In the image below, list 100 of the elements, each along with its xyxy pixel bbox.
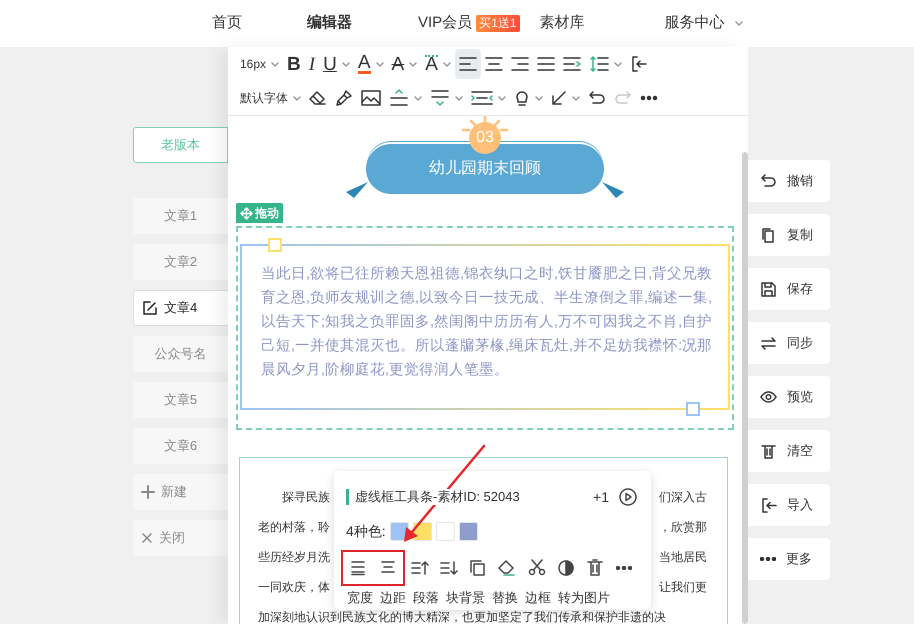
eraser-icon xyxy=(309,90,327,106)
trash-icon xyxy=(760,442,777,460)
article-tab[interactable]: 文章4 xyxy=(133,290,228,326)
align-left-button[interactable] xyxy=(454,49,481,79)
redo-icon xyxy=(614,90,632,106)
undo-icon xyxy=(588,90,606,106)
caret-icon xyxy=(409,62,418,66)
indent-icon xyxy=(562,56,581,72)
nav-link[interactable]: 服务中心 xyxy=(664,12,725,35)
count-text: +1 xyxy=(593,488,609,506)
caret-icon xyxy=(535,96,543,100)
nav-link[interactable]: 素材库 xyxy=(540,12,585,35)
article-text: ，欣赏那 xyxy=(659,518,707,536)
justify-icon xyxy=(536,56,555,72)
eraser-icon xyxy=(498,559,516,577)
bulb-icon xyxy=(514,89,530,107)
ribbon-tail-icon xyxy=(602,182,624,198)
more-icon xyxy=(760,557,776,561)
caret-icon xyxy=(572,96,580,100)
space-after-icon xyxy=(430,89,450,107)
letter-spacing-button[interactable]: A xyxy=(421,49,455,79)
tool-label: 段落 xyxy=(413,589,439,607)
tool-label: 替换 xyxy=(492,589,518,607)
more-icon xyxy=(640,95,658,101)
caret-icon xyxy=(342,62,350,66)
align-right-icon xyxy=(510,56,529,72)
corner-square xyxy=(686,402,700,416)
align-left-icon xyxy=(458,56,477,72)
action-button[interactable]: 清空 xyxy=(748,430,830,472)
plus-icon xyxy=(141,485,155,499)
more-icon xyxy=(616,566,632,570)
caret-icon xyxy=(271,62,280,66)
copy-icon xyxy=(760,226,777,244)
close-icon xyxy=(141,532,153,544)
sync-icon xyxy=(760,334,777,352)
align-center-icon xyxy=(484,56,503,72)
undo-icon xyxy=(760,172,777,190)
line-height-icon xyxy=(588,55,609,73)
tool-label: 转为图片 xyxy=(558,589,610,607)
font-size-select[interactable]: 16px xyxy=(236,49,284,79)
strikethrough-button[interactable]: A xyxy=(388,49,422,79)
edit-icon xyxy=(142,300,158,316)
tool-label: 边距 xyxy=(380,589,406,607)
width-icon xyxy=(349,559,367,577)
scrollbar[interactable] xyxy=(742,152,748,624)
nav-link[interactable]: 首页 xyxy=(212,12,242,35)
caret-icon xyxy=(414,96,422,100)
ribbon-tail-icon xyxy=(346,182,368,198)
article-text: 一同欢庆，体 xyxy=(258,578,330,596)
trash-icon xyxy=(586,559,604,577)
title-banner: 幼儿园期末回顾 xyxy=(366,144,604,194)
action-button[interactable]: 更多 xyxy=(748,538,830,580)
font-family-select[interactable]: 默认字体 xyxy=(236,83,305,113)
side-indent-icon xyxy=(471,90,493,106)
paragraph-up-icon xyxy=(410,559,429,577)
caret-icon xyxy=(614,62,622,66)
color-swatch[interactable] xyxy=(458,522,478,541)
underline-button[interactable]: U xyxy=(319,49,354,79)
nav-link[interactable]: 编辑器 xyxy=(307,12,352,35)
brush-icon xyxy=(335,89,353,107)
preview-icon xyxy=(760,388,777,406)
article-text: 当地居民 xyxy=(659,548,707,566)
action-button[interactable]: 预览 xyxy=(748,376,830,418)
image-icon xyxy=(361,90,381,106)
article-text: 些历经岁月洗 xyxy=(258,548,330,566)
caret-icon xyxy=(442,62,451,66)
caret-icon xyxy=(498,96,506,100)
colors-label: 4种色: xyxy=(346,522,386,541)
import-icon xyxy=(760,496,777,514)
caret-icon xyxy=(293,96,301,100)
action-button[interactable]: 复制 xyxy=(748,214,830,256)
promo-badge: 买1送1 xyxy=(476,15,520,32)
paragraph: 当此日,欲将已往所赖天恩祖德,锦衣纨口之时,饫甘餍肥之日,背父兄教育之恩,负师友规训之德,以致今日一技无成、半生潦倒之罪,编述一集,以告天下;知我之负罪固多,然闺阁中历历有人,万不可因我之不肖,自护己短,一并使其混灭也。所以蓬牖茅椽,绳床瓦灶,并不足妨我襟怀:况那晨风夕月,阶柳庭花,更觉得润人笔墨。 xyxy=(261,264,714,380)
article-text: 让我们更 xyxy=(659,578,707,596)
action-button[interactable]: 导入 xyxy=(748,484,830,526)
save-icon xyxy=(760,280,777,298)
exit-icon xyxy=(630,55,648,73)
tool-label: 宽度 xyxy=(347,589,373,607)
action-button[interactable]: 同步 xyxy=(748,322,830,364)
caret-icon xyxy=(376,62,384,66)
caret-icon xyxy=(455,96,463,100)
move-icon xyxy=(240,206,253,220)
article-text: 加深刻地认识到民族文化的博大精深，也更加坚定了我们传承和保护非遗的决 xyxy=(258,608,666,624)
action-button[interactable]: 撤销 xyxy=(748,160,830,202)
color-swatch[interactable] xyxy=(436,522,455,541)
action-button[interactable]: 保存 xyxy=(748,268,830,310)
tool-label: 边框 xyxy=(525,589,551,607)
scissors-icon xyxy=(528,559,546,577)
contrast-icon xyxy=(556,559,575,577)
corner-square xyxy=(268,238,282,252)
nav-link[interactable]: VIP会员 xyxy=(418,12,472,35)
font-color-button[interactable]: A xyxy=(354,49,388,79)
play-icon xyxy=(619,488,637,506)
italic-button[interactable]: I xyxy=(304,49,320,79)
tool-label: 块背景 xyxy=(446,589,485,607)
bold-button[interactable]: B xyxy=(283,49,305,79)
paragraph-down-icon xyxy=(440,559,458,577)
article-text: 老的村落，聆 xyxy=(258,518,330,536)
copy-icon xyxy=(469,559,488,577)
space-before-icon xyxy=(389,89,409,107)
